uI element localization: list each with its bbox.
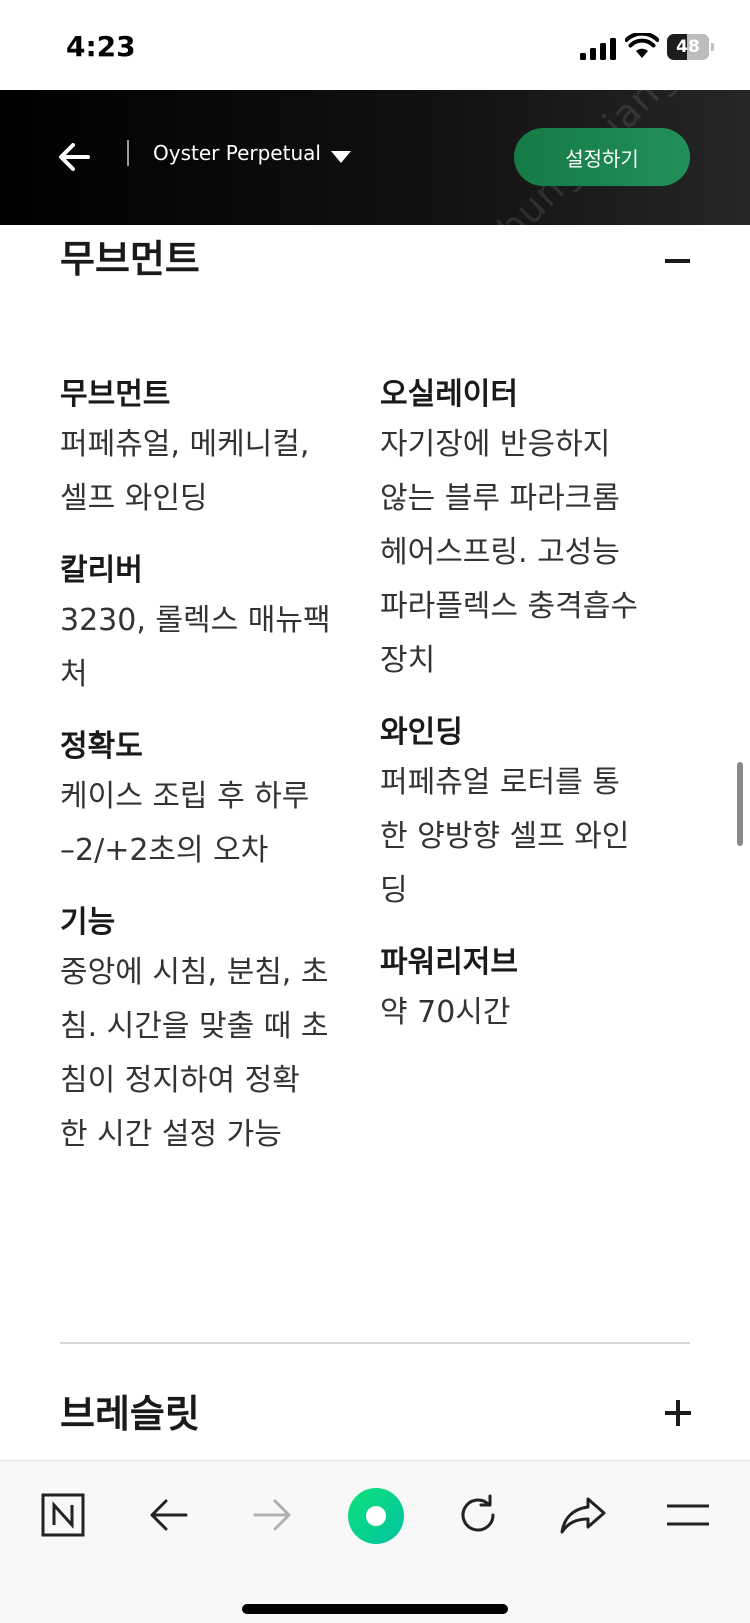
spec-label: 무브먼트 — [60, 377, 171, 412]
spec-item: 파워리저브약 70시간 — [380, 940, 680, 1040]
spec-value-line: 한 시간 설정 가능 — [60, 1117, 282, 1152]
spec-item: 무브먼트퍼페츄얼, 메케니컬, 셀프 와인딩 — [60, 372, 360, 526]
spec-value-line: –2/+2초의 오차 — [60, 833, 269, 868]
battery-cap — [711, 43, 714, 51]
spec-label: 정확도 — [60, 729, 143, 764]
spec-value-line: 장치 — [380, 643, 436, 678]
section-divider — [60, 1342, 690, 1344]
spec-label: 파워리저브 — [380, 945, 518, 980]
movement-section-title: 무브먼트 — [60, 237, 200, 281]
menu-icon[interactable] — [660, 1487, 716, 1543]
plus-icon[interactable] — [665, 1400, 691, 1426]
header-divider — [127, 140, 129, 166]
spec-value-line: 딩 — [380, 873, 408, 908]
setup-button[interactable]: 설정하기 — [514, 128, 690, 186]
bracelet-section-title[interactable]: 브레슬릿 — [60, 1383, 200, 1438]
spec-value-line: 중앙에 시침, 분침, 초 — [60, 955, 329, 990]
forward-arrow-icon[interactable] — [245, 1487, 301, 1543]
battery-icon: 48 — [667, 34, 715, 60]
back-arrow-icon[interactable] — [140, 1487, 196, 1543]
spec-item: 오실레이터자기장에 반응하지않는 블루 파라크롬헤어스프링. 고성능파라플렉스 … — [380, 372, 680, 688]
arrow-left-icon[interactable] — [58, 142, 90, 172]
scrollbar-thumb[interactable] — [737, 762, 743, 846]
spec-value-line: 퍼페츄얼 로터를 통 — [380, 765, 620, 800]
spec-value-line: 헤어스프링. 고성능 — [380, 535, 620, 570]
spec-item: 칼리버 3230, 롤렉스 매뉴팩처 — [60, 548, 360, 702]
spec-column-left: 무브먼트퍼페츄얼, 메케니컬, 셀프 와인딩칼리버 3230, 롤렉스 매뉴팩처정확… — [60, 372, 360, 1184]
browser-bottom-bar — [0, 1460, 750, 1623]
spec-label: 와인딩 — [380, 715, 463, 750]
spec-value-line: 셀프 와인딩 — [60, 481, 208, 516]
model-selector-label[interactable]: Oyster Perpetual — [153, 141, 321, 165]
spec-value-line: 자기장에 반응하지 — [380, 427, 611, 462]
caret-down-icon[interactable] — [330, 150, 352, 164]
spec-value-line: 파라플렉스 충격흡수 — [380, 589, 638, 624]
spec-value-line: 침이 정지하여 정확 — [60, 1063, 300, 1098]
spec-value-line: 침. 시간을 맞출 때 초 — [60, 1009, 329, 1044]
cellular-signal-icon — [580, 38, 616, 60]
spec-label: 칼리버 — [60, 553, 143, 588]
spec-label: 기능 — [60, 905, 116, 940]
minus-icon[interactable] — [665, 259, 690, 263]
battery-percent: 48 — [676, 37, 700, 57]
green-dot-home-icon[interactable] — [347, 1487, 405, 1545]
spec-value-line: 약 70시간 — [380, 995, 511, 1030]
reload-icon[interactable] — [450, 1487, 506, 1543]
spec-item: 와인딩퍼페츄얼 로터를 통한 양방향 셀프 와인딩 — [380, 710, 680, 918]
product-header: bungaejang Oyster Perpetual 설정하기 — [0, 53, 750, 251]
spec-item: 기능중앙에 시침, 분침, 초침. 시간을 맞출 때 초침이 정지하여 정확한 … — [60, 900, 360, 1162]
battery-body: 48 — [667, 34, 709, 60]
spec-value-line: 한 양방향 셀프 와인 — [380, 819, 630, 854]
share-icon[interactable] — [555, 1487, 611, 1543]
status-time: 4:23 — [66, 30, 136, 63]
spec-value-line: 않는 블루 파라크롬 — [380, 481, 620, 516]
spec-item: 정확도케이스 조립 후 하루 –2/+2초의 오차 — [60, 724, 360, 878]
spec-value-line: 3230, 롤렉스 매뉴팩 — [60, 603, 331, 638]
spec-value-line: 처 — [60, 657, 88, 692]
spec-label: 오실레이터 — [380, 377, 518, 412]
spec-value-line: 케이스 조립 후 하루 — [60, 779, 310, 814]
home-indicator[interactable] — [242, 1604, 508, 1614]
naver-n-icon[interactable] — [35, 1487, 91, 1543]
spec-column-right: 오실레이터자기장에 반응하지않는 블루 파라크롬헤어스프링. 고성능파라플렉스 … — [380, 372, 680, 1062]
spec-value-line: 퍼페츄얼, 메케니컬, — [60, 427, 310, 462]
